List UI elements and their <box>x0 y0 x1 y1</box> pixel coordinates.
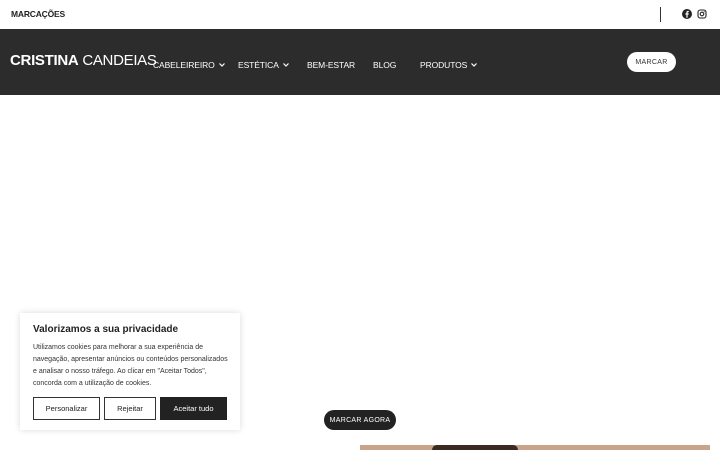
nav-item-estetica[interactable]: ESTÉTICA <box>238 60 289 70</box>
nav-item-label: PRODUTOS <box>420 60 468 70</box>
nav-item-label: BEM-ESTAR <box>307 60 356 70</box>
logo-second-word: CANDEIAS <box>82 52 157 69</box>
cookie-consent-banner: Valorizamos a sua privacidade Utilizamos… <box>20 313 240 430</box>
top-bar: MARCAÇÕES <box>0 0 720 29</box>
appointments-link[interactable]: MARCAÇÕES <box>11 9 65 19</box>
book-now-button[interactable]: MARCAR AGORA <box>324 410 396 430</box>
customize-cookies-button[interactable]: Personalizar <box>33 397 100 420</box>
nav-item-blog[interactable]: BLOG <box>373 60 396 70</box>
nav-item-label: CABELEIREIRO <box>153 60 215 70</box>
instagram-icon[interactable] <box>697 9 707 19</box>
brand-logo[interactable]: CRISTINA CANDEIAS <box>10 52 157 69</box>
logo-first-word: CRISTINA <box>10 52 79 69</box>
cookie-text: Utilizamos cookies para melhorar a sua e… <box>33 344 228 387</box>
main-navbar: CRISTINA CANDEIAS CABELEIREIRO ESTÉTICA … <box>0 29 720 95</box>
chevron-down-icon <box>218 63 225 67</box>
hero-photo <box>360 445 710 450</box>
chevron-down-icon <box>471 63 478 67</box>
reject-cookies-button[interactable]: Rejeitar <box>104 397 156 420</box>
chevron-down-icon <box>282 63 289 67</box>
nav-item-bem-estar[interactable]: BEM-ESTAR <box>307 60 355 70</box>
cookie-title: Valorizamos a sua privacidade <box>33 324 179 335</box>
photo-hair-region <box>432 445 518 450</box>
nav-item-produtos[interactable]: PRODUTOS <box>420 60 478 70</box>
nav-item-label: BLOG <box>373 60 397 70</box>
nav-item-cabeleireiro[interactable]: CABELEIREIRO <box>153 60 225 70</box>
book-button[interactable]: MARCAR <box>627 52 676 72</box>
accept-all-cookies-button[interactable]: Aceitar tudo <box>160 397 227 420</box>
nav-item-label: ESTÉTICA <box>238 60 279 70</box>
topbar-divider <box>660 7 661 22</box>
facebook-icon[interactable] <box>682 9 692 19</box>
